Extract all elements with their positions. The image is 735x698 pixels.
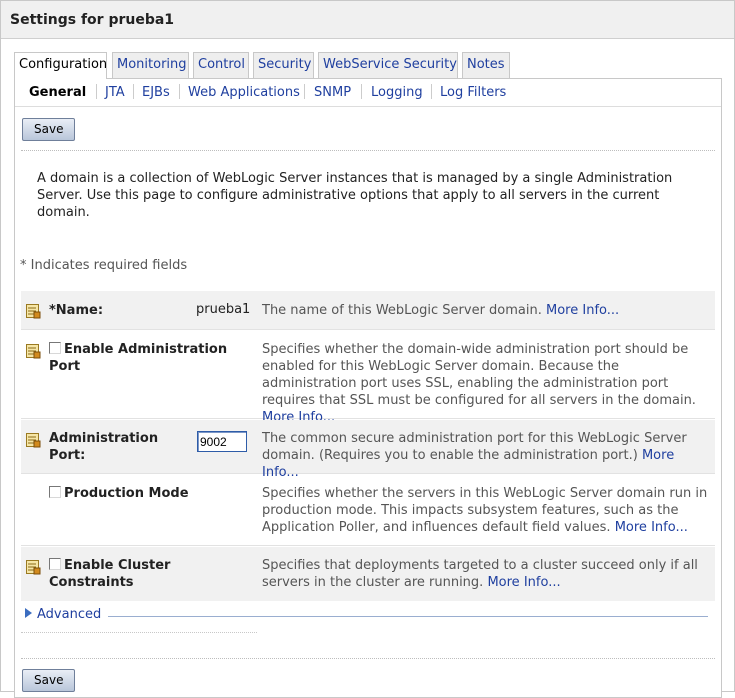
tab-configuration[interactable]: Configuration [14, 52, 107, 79]
advanced-toggle[interactable]: Advanced [25, 607, 101, 622]
row-enable-admin-port: Enable Administration Port Specifies whe… [21, 331, 715, 425]
domain-name-value: prueba1 [196, 302, 251, 317]
production-mode-description: Specifies whether the servers in this We… [262, 485, 714, 536]
subtab-divider [96, 84, 97, 99]
subtab-log-filters[interactable]: Log Filters [440, 85, 506, 100]
production-mode-label: Production Mode [64, 486, 189, 501]
admin-port-label: Administration Port: [49, 431, 159, 463]
save-button-bottom[interactable]: Save [22, 669, 76, 692]
admin-port-description: The common secure administration port fo… [262, 430, 714, 481]
intro-text: A domain is a collection of WebLogic Ser… [37, 171, 673, 220]
production-mode-more-info-link[interactable]: More Info... [615, 520, 688, 535]
page-title: Settings for prueba1 [10, 12, 175, 28]
enable-admin-port-description: Specifies whether the domain-wide admini… [262, 341, 714, 426]
tab-monitoring[interactable]: Monitoring [112, 52, 189, 78]
subtab-snmp[interactable]: SNMP [314, 85, 351, 100]
lock-edit-icon[interactable] [25, 343, 41, 359]
cluster-constraints-label: Enable Cluster Constraints [49, 558, 171, 590]
divider [21, 150, 715, 151]
subtab-ejbs[interactable]: EJBs [142, 85, 170, 100]
row-production-mode: Production Mode Specifies whether the se… [21, 475, 715, 546]
admin-port-description-text: The common secure administration port fo… [262, 431, 687, 463]
advanced-underline [21, 632, 257, 633]
cluster-constraints-field: Enable Cluster Constraints [49, 557, 229, 591]
subtab-divider [361, 84, 362, 99]
admin-port-input[interactable] [197, 431, 247, 452]
subtab-divider [179, 84, 180, 99]
name-description-text: The name of this WebLogic Server domain. [262, 303, 542, 318]
triangle-right-icon [25, 608, 32, 618]
subtab-divider [431, 84, 432, 99]
lock-edit-icon[interactable] [25, 432, 41, 448]
advanced-label: Advanced [37, 607, 102, 622]
production-mode-field: Production Mode [49, 485, 239, 502]
settings-frame: Settings for prueba1 Configuration Monit… [0, 0, 735, 698]
name-label: *Name: [49, 303, 104, 318]
name-more-info-link[interactable]: More Info... [546, 303, 619, 318]
row-name: *Name: prueba1 The name of this WebLogic… [21, 291, 715, 330]
subtab-divider [133, 84, 134, 99]
title-bar: Settings for prueba1 [1, 1, 734, 39]
enable-admin-port-checkbox[interactable] [49, 342, 61, 354]
name-description: The name of this WebLogic Server domain.… [262, 302, 714, 319]
required-fields-note: * Indicates required fields [20, 258, 188, 273]
row-admin-port: Administration Port: The common secure a… [21, 420, 715, 480]
lock-edit-icon[interactable] [25, 559, 41, 575]
enable-admin-port-label: Enable Administration Port [49, 342, 228, 374]
tab-notes[interactable]: Notes [462, 52, 510, 78]
subtab-divider [304, 84, 305, 99]
row-cluster-constraints: Enable Cluster Constraints Specifies tha… [21, 547, 715, 601]
tab-security[interactable]: Security [253, 52, 314, 78]
cluster-constraints-description: Specifies that deployments targeted to a… [262, 557, 714, 591]
lock-edit-icon[interactable] [25, 303, 41, 319]
cluster-constraints-checkbox[interactable] [49, 558, 61, 570]
cluster-constraints-more-info-link[interactable]: More Info... [487, 575, 560, 590]
tab-webservice-security[interactable]: WebService Security [318, 52, 458, 78]
subtab-logging[interactable]: Logging [371, 85, 423, 100]
enable-admin-port-field: Enable Administration Port [49, 341, 239, 375]
cluster-constraints-description-text: Specifies that deployments targeted to a… [262, 558, 698, 590]
advanced-divider [108, 616, 708, 617]
subtab-bar: General JTA EJBs Web Applications SNMP L… [15, 79, 721, 107]
subtab-general[interactable]: General [29, 85, 86, 100]
tab-control[interactable]: Control [193, 52, 249, 78]
production-mode-checkbox[interactable] [49, 486, 61, 498]
enable-admin-port-description-text: Specifies whether the domain-wide admini… [262, 342, 696, 408]
divider [21, 658, 715, 659]
save-button-top[interactable]: Save [22, 118, 76, 141]
subtab-web-applications[interactable]: Web Applications [188, 85, 300, 100]
configuration-panel: General JTA EJBs Web Applications SNMP L… [14, 78, 722, 698]
subtab-jta[interactable]: JTA [105, 85, 125, 100]
